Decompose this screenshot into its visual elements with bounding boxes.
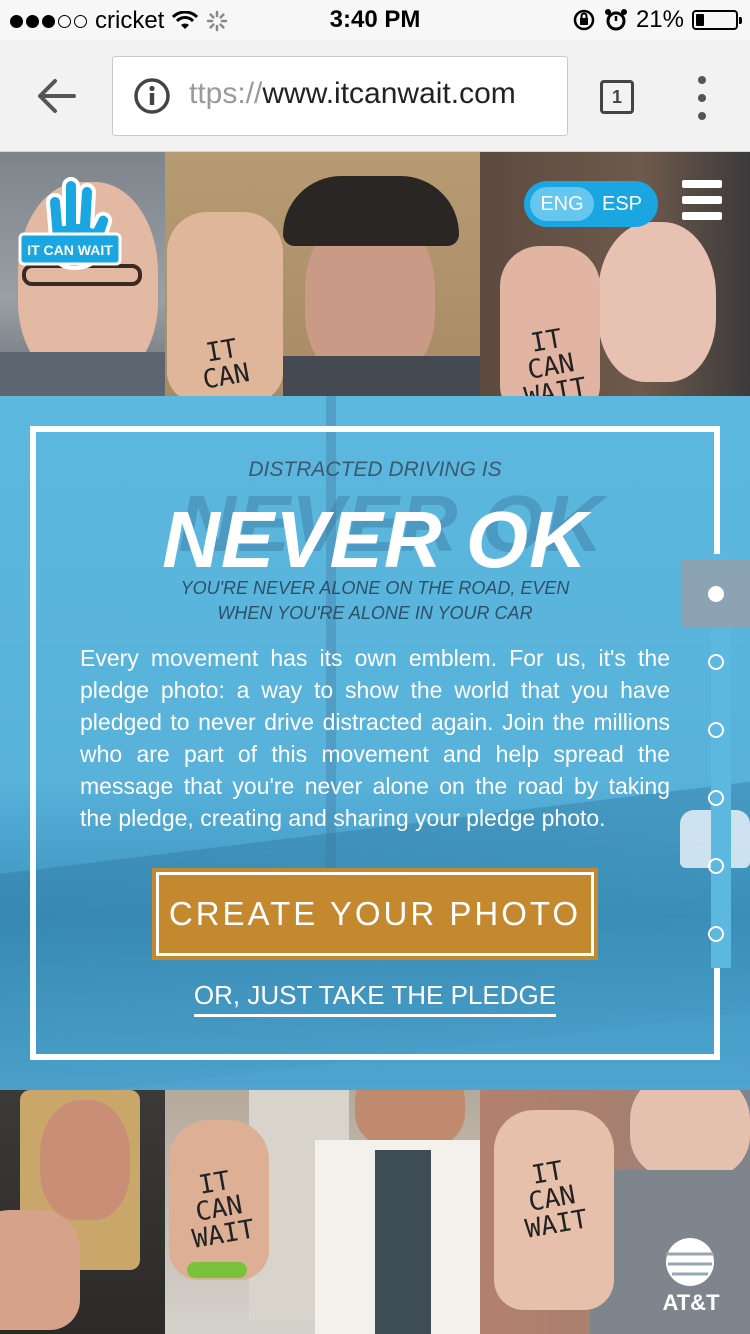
pledge-photo-bottom-2: IT CAN WAIT [165,1090,480,1334]
pager-dot-4[interactable] [708,790,724,806]
menu-dot [698,112,706,120]
pledge-photo-top-2: IT CAN [165,152,480,396]
take-pledge-link-wrap: OR, JUST TAKE THE PLEDGE [0,980,750,1017]
take-pledge-link[interactable]: OR, JUST TAKE THE PLEDGE [193,980,557,1017]
orientation-lock-icon [573,9,595,31]
status-bar: cricket 3:40 PM 21% [0,0,750,40]
hand-writing: IT CAN WAIT [522,323,589,396]
lang-esp-button[interactable]: ESP [590,187,654,221]
hand-writing: IT CAN WAIT [190,1165,257,1255]
it-can-wait-logo[interactable]: IT CAN WAIT [18,172,124,276]
back-button[interactable] [30,70,82,122]
language-toggle[interactable]: ENG ESP [524,181,658,227]
back-arrow-icon [38,79,76,113]
lang-eng-button[interactable]: ENG [530,187,594,221]
pledge-photo-bottom-1 [0,1090,165,1334]
browser-menu-button[interactable] [690,76,714,120]
alarm-icon [604,9,627,31]
pager-dot-5[interactable] [708,858,724,874]
create-photo-button[interactable]: CREATE YOUR PHOTO [152,868,598,960]
pager-dot-6[interactable] [708,926,724,942]
hamburger-menu-icon[interactable] [682,180,722,220]
hero-subhead: YOU'RE NEVER ALONE ON THE ROAD, EVEN WHE… [0,576,750,626]
logo-text: IT CAN WAIT [27,242,113,258]
battery-percent: 21% [635,6,684,33]
hero-section: DISTRACTED DRIVING IS NEVER OK NEVER OK … [0,396,750,1090]
pager-dot-2[interactable] [708,654,724,670]
status-right: 21% [572,6,742,34]
tab-switcher-button[interactable]: 1 [600,80,634,114]
url-protocol: ttps:// [189,77,263,110]
menu-dot [698,76,706,84]
battery-icon [692,10,742,30]
pager-dot-1[interactable] [708,586,724,602]
subhead-line: YOU'RE NEVER ALONE ON THE ROAD, EVEN [180,578,570,598]
hero-body: Every movement has its own emblem. For u… [80,645,670,831]
browser-toolbar: ttps://www.itcanwait.com 1 [0,40,750,152]
hero-headline: NEVER OK [162,495,588,584]
site-info-icon[interactable] [133,77,171,115]
pager-dot-3[interactable] [708,722,724,738]
url-text[interactable]: ttps://www.itcanwait.com [189,77,516,111]
menu-dot [698,94,706,102]
att-brand: AT&T [662,1290,720,1315]
address-bar[interactable]: ttps://www.itcanwait.com [112,56,568,136]
url-host: www.itcanwait.com [262,77,516,110]
subhead-line: WHEN YOU'RE ALONE IN YOUR CAR [217,603,533,623]
section-pager [682,560,750,960]
